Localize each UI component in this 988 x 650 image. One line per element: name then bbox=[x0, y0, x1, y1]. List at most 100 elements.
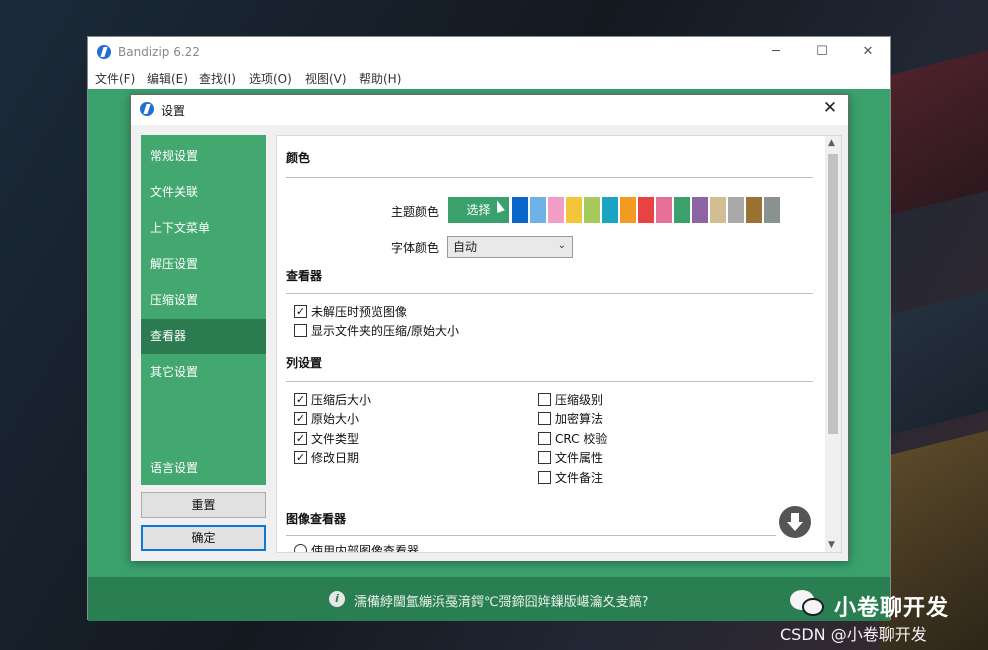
chevron-down-icon: ⌄ bbox=[557, 240, 566, 251]
column-option-original-size[interactable]: ✓ 原始大小 bbox=[294, 412, 359, 428]
menu-bar: 文件(F) 编辑(E) 查找(I) 选项(O) 视图(V) 帮助(H) bbox=[88, 67, 890, 89]
color-swatch[interactable] bbox=[746, 197, 762, 223]
column-option-file-type[interactable]: ✓ 文件类型 bbox=[294, 432, 359, 448]
color-swatch[interactable] bbox=[566, 197, 582, 223]
minimize-button[interactable]: ─ bbox=[766, 43, 786, 61]
checkbox[interactable]: ✓ bbox=[294, 451, 307, 464]
option-show-folder-size[interactable]: 显示文件夹的压缩/原始大小 bbox=[294, 324, 459, 340]
column-option-crc[interactable]: CRC 校验 bbox=[538, 432, 607, 448]
checkbox[interactable] bbox=[538, 412, 551, 425]
info-text[interactable]: 濡備綍閫氳繃浜戞湇鍔℃彁鍗囧姩鏁版嵁瀹夊叏鎬? bbox=[354, 591, 649, 610]
settings-sidebar: 常规设置 文件关联 上下文菜单 解压设置 压缩设置 查看器 其它设置 语言设置 bbox=[141, 135, 266, 485]
column-option-compression-level[interactable]: 压缩级别 bbox=[538, 393, 603, 409]
color-swatch[interactable] bbox=[512, 197, 528, 223]
chat-bubble bbox=[802, 598, 824, 616]
option-preview-images[interactable]: ✓ 未解压时预览图像 bbox=[294, 305, 407, 321]
settings-panel: 颜色 主题颜色 选择 字体颜色 自动 ⌄ 查看器 ✓ 未解压时预览图像 显示文件… bbox=[276, 135, 842, 553]
checkbox[interactable]: ✓ bbox=[294, 432, 307, 445]
bandizip-logo-icon bbox=[140, 102, 154, 116]
scroll-up-arrow-icon[interactable]: ▲ bbox=[828, 138, 835, 148]
color-swatch[interactable] bbox=[620, 197, 636, 223]
section-heading-color: 颜色 bbox=[286, 151, 311, 165]
section-heading-viewer: 查看器 bbox=[286, 269, 323, 283]
option-label: CRC 校验 bbox=[555, 432, 608, 446]
column-option-compressed-size[interactable]: ✓ 压缩后大小 bbox=[294, 393, 371, 409]
option-label: 压缩级别 bbox=[555, 393, 604, 407]
color-swatch[interactable] bbox=[728, 197, 744, 223]
menu-options[interactable]: 选项(O) bbox=[249, 70, 292, 87]
ok-button[interactable]: 确定 bbox=[141, 525, 266, 551]
menu-help[interactable]: 帮助(H) bbox=[359, 70, 401, 87]
info-bar[interactable]: i 濡備綍閫氳繃浜戞湇鍔℃彁鍗囧姩鏁版嵁瀹夊叏鎬? bbox=[88, 577, 890, 621]
color-swatch[interactable] bbox=[638, 197, 654, 223]
theme-color-label: 主题颜色 bbox=[391, 205, 440, 219]
watermark-name: 小卷聊开发 bbox=[834, 596, 950, 621]
checkbox[interactable] bbox=[294, 324, 307, 337]
wallpaper-stripe bbox=[880, 282, 988, 438]
checkbox[interactable] bbox=[538, 451, 551, 464]
watermark-csdn: CSDN @小卷聊开发 bbox=[780, 625, 927, 644]
wechat-logo-icon bbox=[790, 588, 828, 618]
section-heading-columns: 列设置 bbox=[286, 356, 323, 370]
dialog-close-button[interactable]: ✕ bbox=[820, 98, 840, 118]
option-internal-image-viewer[interactable]: 使用内部图像查看器 bbox=[294, 544, 420, 553]
scroll-down-icon[interactable] bbox=[779, 506, 811, 538]
option-label: 压缩后大小 bbox=[311, 393, 372, 407]
sidebar-item-extract[interactable]: 解压设置 bbox=[141, 247, 266, 282]
close-button[interactable]: ✕ bbox=[858, 43, 878, 61]
color-swatch[interactable] bbox=[764, 197, 780, 223]
option-label: 文件备注 bbox=[555, 471, 604, 485]
color-swatch[interactable] bbox=[710, 197, 726, 223]
menu-view[interactable]: 视图(V) bbox=[305, 70, 347, 87]
divider bbox=[286, 293, 813, 294]
checkbox[interactable] bbox=[538, 432, 551, 445]
sidebar-item-general[interactable]: 常规设置 bbox=[141, 139, 266, 174]
column-option-encryption[interactable]: 加密算法 bbox=[538, 412, 603, 428]
checkbox[interactable]: ✓ bbox=[294, 393, 307, 406]
column-option-modified-date[interactable]: ✓ 修改日期 bbox=[294, 451, 359, 467]
checkbox[interactable]: ✓ bbox=[294, 412, 307, 425]
maximize-button[interactable]: ☐ bbox=[812, 43, 832, 61]
divider bbox=[286, 177, 813, 178]
checkbox[interactable]: ✓ bbox=[294, 305, 307, 318]
column-option-attributes[interactable]: 文件属性 bbox=[538, 451, 603, 467]
reset-button[interactable]: 重置 bbox=[141, 492, 266, 518]
column-option-comment[interactable]: 文件备注 bbox=[538, 471, 603, 487]
menu-find[interactable]: 查找(I) bbox=[199, 70, 236, 87]
option-label: 原始大小 bbox=[311, 412, 360, 426]
scroll-down-arrow-icon[interactable]: ▼ bbox=[828, 540, 835, 550]
color-swatch[interactable] bbox=[602, 197, 618, 223]
option-label: 加密算法 bbox=[555, 412, 604, 426]
color-swatch[interactable] bbox=[674, 197, 690, 223]
font-color-label: 字体颜色 bbox=[391, 241, 440, 255]
title-bar[interactable]: Bandizip 6.22 ─ ☐ ✕ bbox=[88, 37, 890, 67]
menu-file[interactable]: 文件(F) bbox=[95, 70, 135, 87]
checkbox[interactable] bbox=[538, 393, 551, 406]
radio-button[interactable] bbox=[294, 544, 307, 552]
sidebar-item-context-menu[interactable]: 上下文菜单 bbox=[141, 211, 266, 246]
dialog-body: 常规设置 文件关联 上下文菜单 解压设置 压缩设置 查看器 其它设置 语言设置 … bbox=[131, 125, 848, 561]
sidebar-item-other[interactable]: 其它设置 bbox=[141, 355, 266, 390]
vertical-scrollbar[interactable]: ▲ ▼ bbox=[825, 136, 841, 552]
color-swatch[interactable] bbox=[548, 197, 564, 223]
font-color-dropdown[interactable]: 自动 ⌄ bbox=[447, 236, 573, 258]
option-label: 使用内部图像查看器 bbox=[311, 544, 420, 553]
menu-edit[interactable]: 编辑(E) bbox=[147, 70, 188, 87]
color-swatch[interactable] bbox=[584, 197, 600, 223]
option-label: 显示文件夹的压缩/原始大小 bbox=[311, 324, 460, 338]
sidebar-item-viewer[interactable]: 查看器 bbox=[141, 319, 266, 354]
dialog-title: 设置 bbox=[161, 104, 186, 118]
settings-dialog: 设置 ✕ 常规设置 文件关联 上下文菜单 解压设置 压缩设置 查看器 其它设置 … bbox=[130, 94, 849, 561]
sidebar-item-compress[interactable]: 压缩设置 bbox=[141, 283, 266, 318]
color-swatch[interactable] bbox=[656, 197, 672, 223]
sidebar-item-file-association[interactable]: 文件关联 bbox=[141, 175, 266, 210]
sidebar-item-language[interactable]: 语言设置 bbox=[141, 451, 266, 486]
color-swatch[interactable] bbox=[530, 197, 546, 223]
window-title: Bandizip 6.22 bbox=[118, 45, 200, 59]
color-swatch[interactable] bbox=[692, 197, 708, 223]
checkbox[interactable] bbox=[538, 471, 551, 484]
option-label: 未解压时预览图像 bbox=[311, 305, 408, 319]
option-label: 文件属性 bbox=[555, 451, 604, 465]
wallpaper-stripe bbox=[880, 42, 988, 218]
scrollbar-thumb[interactable] bbox=[828, 154, 838, 434]
